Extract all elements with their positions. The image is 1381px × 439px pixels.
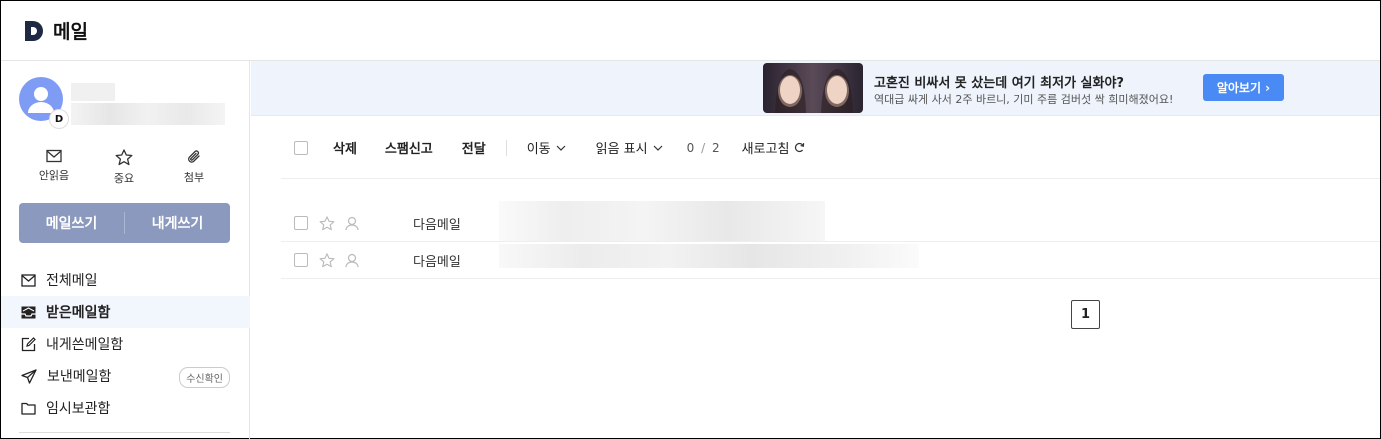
- write-to-self-button[interactable]: 내게쓰기: [125, 213, 230, 233]
- mail-row[interactable]: 다음메일: [281, 201, 1380, 242]
- total-count: 2: [711, 140, 720, 155]
- move-dropdown[interactable]: 이동: [527, 138, 566, 157]
- compose-bar: 메일쓰기 내게쓰기: [19, 203, 230, 243]
- profile: D: [19, 77, 239, 133]
- sidebar-item-drafts[interactable]: 임시보관함: [1, 392, 250, 424]
- mail-checkbox[interactable]: [294, 216, 308, 230]
- forward-button[interactable]: 전달: [462, 138, 486, 157]
- sidebar-item-label: 내게쓴메일함: [46, 337, 124, 353]
- mail-toolbar: 삭제 스팸신고 전달 이동 읽음 표시 0 / 2 새로고침: [281, 117, 1380, 179]
- ad-title[interactable]: 고혼진 비싸서 못 샀는데 여기 최저가 실화야?: [874, 72, 1124, 91]
- move-label: 이동: [526, 142, 551, 157]
- select-all-checkbox[interactable]: [294, 140, 308, 155]
- envelope-icon: [46, 149, 62, 163]
- blurred-email: [71, 103, 225, 125]
- person-icon: [345, 216, 359, 230]
- inbox-icon: [21, 306, 36, 318]
- mark-read-label: 읽음 표시: [595, 142, 648, 157]
- sidebar-item-all-mail[interactable]: 전체메일: [1, 264, 250, 296]
- page-1-button[interactable]: 1: [1071, 300, 1100, 329]
- sidebar-item-sent[interactable]: 보낸메일함 수신확인: [1, 360, 250, 392]
- quick-label: 안읽음: [38, 169, 70, 182]
- mail-sender[interactable]: 다음메일: [413, 214, 461, 233]
- sidebar-divider: [19, 432, 230, 433]
- daum-logo-icon[interactable]: [23, 20, 45, 42]
- delete-button[interactable]: 삭제: [333, 138, 357, 157]
- write-mail-button[interactable]: 메일쓰기: [19, 213, 124, 233]
- mailbox-nav: 전체메일 받은메일함 내게쓴메일함 보낸메일함 수신확인 임시보관함: [1, 264, 250, 424]
- mail-checkbox[interactable]: [294, 253, 308, 267]
- sidebar-item-self-mail[interactable]: 내게쓴메일함: [1, 328, 250, 360]
- mark-read-dropdown[interactable]: 읽음 표시: [596, 138, 663, 157]
- quick-label: 첨부: [183, 171, 205, 184]
- sidebar-item-label: 전체메일: [46, 273, 98, 289]
- refresh-button[interactable]: 새로고침: [742, 138, 806, 157]
- sidebar-item-inbox[interactable]: 받은메일함: [1, 296, 250, 328]
- mail-row[interactable]: 다음메일: [281, 242, 1380, 279]
- read-receipt-badge[interactable]: 수신확인: [179, 367, 230, 388]
- chevron-down-icon: [653, 145, 663, 151]
- mail-sender[interactable]: 다음메일: [413, 251, 461, 270]
- quick-label: 중요: [113, 172, 135, 185]
- edit-icon: [21, 336, 36, 351]
- sidebar-item-label: 보낸메일함: [47, 369, 112, 385]
- star-icon: [115, 149, 133, 166]
- quick-attachment[interactable]: 첨부: [159, 149, 229, 189]
- paperclip-icon: [188, 150, 200, 163]
- blurred-subject: [499, 244, 919, 268]
- sidebar: D 안읽음 중요 첨부 메일쓰기 내게쓰기 전체메일 받은메일함 내게쓴메일함 …: [1, 61, 250, 439]
- quick-important[interactable]: 중요: [89, 149, 159, 189]
- ad-image[interactable]: [763, 63, 863, 113]
- refresh-label: 새로고침: [741, 142, 790, 157]
- sidebar-item-label: 받은메일함: [46, 305, 111, 321]
- ad-banner[interactable]: 고혼진 비싸서 못 샀는데 여기 최저가 실화야? 역대급 싸게 사서 2주 바…: [251, 61, 1380, 116]
- star-icon: [319, 215, 335, 230]
- ad-subtitle[interactable]: 역대급 싸게 사서 2주 바르니, 기미 주름 검버섯 싹 희미해졌어요!: [874, 91, 1173, 107]
- person-icon: [345, 253, 359, 267]
- daum-badge-icon: D: [49, 109, 69, 129]
- folder-icon: [21, 402, 36, 415]
- toolbar-divider: [505, 139, 507, 156]
- quick-unread[interactable]: 안읽음: [19, 149, 89, 189]
- chevron-down-icon: [556, 145, 566, 151]
- selected-count: 0: [686, 140, 695, 155]
- quick-filters: 안읽음 중요 첨부: [19, 149, 229, 189]
- mail-icon: [21, 273, 36, 287]
- selection-count: 0 / 2: [686, 140, 720, 155]
- app-title[interactable]: 메일: [53, 17, 88, 44]
- blurred-username: [71, 83, 115, 101]
- ad-learn-more-button[interactable]: 알아보기 ›: [1203, 74, 1284, 101]
- refresh-icon: [795, 142, 805, 153]
- app-header: 메일: [1, 1, 1380, 61]
- spam-report-button[interactable]: 스팸신고: [385, 138, 433, 157]
- blurred-subject: [499, 201, 825, 241]
- send-icon: [21, 368, 37, 384]
- star-icon: [319, 252, 335, 267]
- sidebar-item-label: 임시보관함: [46, 401, 111, 417]
